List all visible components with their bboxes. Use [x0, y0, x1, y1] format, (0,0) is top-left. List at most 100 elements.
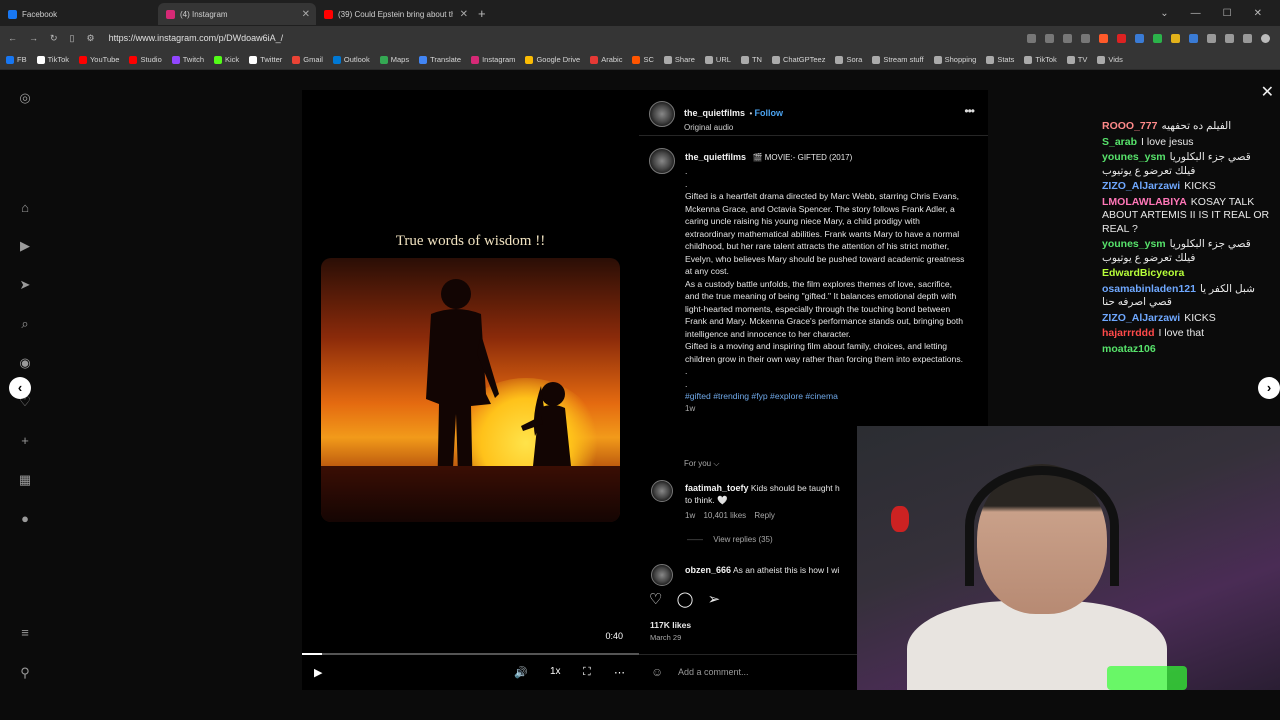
settings-icon[interactable]: ⋯: [614, 666, 625, 679]
close-icon[interactable]: ✕: [1261, 82, 1274, 102]
instagram-logo-icon[interactable]: ◎: [17, 90, 33, 106]
chat-username[interactable]: EdwardBicyeora: [1102, 267, 1184, 279]
new-tab-icon[interactable]: +: [478, 6, 486, 21]
extension-icon[interactable]: [1153, 33, 1162, 43]
like-icon[interactable]: ♡: [649, 591, 662, 608]
tab-search-icon[interactable]: ⌄: [1160, 8, 1168, 19]
view-replies-button[interactable]: View replies (35): [713, 535, 772, 544]
video-progress-bar[interactable]: [302, 653, 639, 655]
minimize-icon[interactable]: —: [1191, 8, 1201, 19]
chat-username[interactable]: ZIZO_AlJarzawi: [1102, 312, 1180, 324]
sidebar-icon[interactable]: [1225, 33, 1234, 43]
follow-button[interactable]: Follow: [755, 108, 784, 118]
bookmark-outlook[interactable]: Outlook: [332, 55, 370, 64]
bookmark-youtube[interactable]: YouTube: [78, 55, 119, 64]
bookmark-tiktok[interactable]: TikTok: [36, 55, 69, 64]
bookmark-chatgpteez[interactable]: ChatGPTeez: [771, 55, 825, 64]
site-info-icon[interactable]: ⚙: [87, 33, 95, 44]
post-username[interactable]: the_quietfilms: [684, 108, 745, 118]
share-icon[interactable]: ➢: [708, 591, 721, 608]
emoji-icon[interactable]: ☺: [651, 665, 663, 679]
create-icon[interactable]: +: [17, 433, 33, 449]
chat-username[interactable]: moataz106: [1102, 343, 1156, 355]
star-icon[interactable]: [1081, 33, 1090, 43]
bookmark-twitter[interactable]: Twitter: [249, 55, 282, 64]
share-icon[interactable]: [1063, 33, 1072, 43]
bookmark-sc[interactable]: SC: [632, 55, 654, 64]
more-options-icon[interactable]: •••: [964, 104, 975, 118]
chat-username[interactable]: LMOLAWLABIYA: [1102, 196, 1187, 208]
comment-username[interactable]: faatimah_toefy: [685, 483, 749, 493]
forward-icon[interactable]: →: [29, 33, 38, 43]
maximize-icon[interactable]: ☐: [1223, 8, 1232, 19]
reply-button[interactable]: Reply: [754, 511, 774, 520]
extension-icon[interactable]: [1135, 33, 1144, 43]
avatar[interactable]: [649, 101, 675, 127]
bookmark-tiktok[interactable]: TikTok: [1024, 55, 1057, 64]
bookmark-url[interactable]: URL: [704, 55, 731, 64]
audio-label[interactable]: Original audio: [684, 123, 783, 132]
chat-username[interactable]: younes_ysm: [1102, 238, 1166, 250]
add-comment-input[interactable]: Add a comment...: [678, 667, 749, 677]
previous-post-icon[interactable]: ‹: [9, 377, 31, 399]
bookmark-shopping[interactable]: Shopping: [933, 55, 976, 64]
media-icon[interactable]: [1243, 33, 1252, 43]
dashboard-icon[interactable]: ▦: [17, 472, 33, 488]
more-icon[interactable]: ⚲: [17, 665, 33, 681]
bookmark-google-drive[interactable]: Google Drive: [525, 55, 580, 64]
tab-instagram[interactable]: (4) Instagram ✕: [158, 3, 316, 25]
bookmark-kick[interactable]: Kick: [214, 55, 239, 64]
bookmark-stream-stuff[interactable]: Stream stuff: [872, 55, 924, 64]
menu-icon[interactable]: ≡: [17, 625, 33, 641]
avatar[interactable]: [651, 480, 673, 502]
messages-icon[interactable]: ➤: [17, 277, 33, 293]
avatar[interactable]: [651, 564, 673, 586]
bookmark-arabic[interactable]: Arabic: [590, 55, 622, 64]
chat-username[interactable]: osamabinladen121: [1102, 283, 1196, 295]
caption-username[interactable]: the_quietfilms: [685, 152, 746, 162]
bookmark-tv[interactable]: TV: [1066, 55, 1087, 64]
play-icon[interactable]: ▶: [314, 666, 322, 679]
extension-icon[interactable]: [1027, 33, 1036, 43]
chat-username[interactable]: S_arab: [1102, 136, 1137, 148]
explore-icon[interactable]: ◉: [17, 355, 33, 371]
chat-username[interactable]: younes_ysm: [1102, 151, 1166, 163]
brave-icon[interactable]: [1099, 33, 1108, 43]
comment-likes[interactable]: 10,401 likes: [703, 511, 746, 520]
hashtags[interactable]: #gifted #trending #fyp #explore #cinema: [685, 390, 965, 403]
close-tab-icon[interactable]: ✕: [302, 9, 310, 20]
likes-count[interactable]: 117K likes: [650, 620, 691, 630]
bookmark-share[interactable]: Share: [663, 55, 695, 64]
next-post-icon[interactable]: ›: [1258, 377, 1280, 399]
search-icon[interactable]: ⌕: [17, 316, 33, 332]
extension-icon[interactable]: [1189, 33, 1198, 43]
chat-username[interactable]: hajarrrddd: [1102, 327, 1155, 339]
avatar[interactable]: [649, 148, 675, 174]
url-field[interactable]: https://www.instagram.com/p/DWdoaw6iA_/: [109, 33, 284, 43]
sort-dropdown[interactable]: For you ⌵: [684, 459, 719, 469]
tab-youtube[interactable]: (39) Could Epstein bring about the e ✕: [316, 3, 474, 25]
bookmark-gmail[interactable]: Gmail: [292, 55, 323, 64]
profile-avatar-icon[interactable]: ●: [17, 511, 33, 527]
speed-button[interactable]: 1x: [550, 666, 561, 677]
back-icon[interactable]: ←: [8, 33, 17, 43]
tab-facebook[interactable]: Facebook: [0, 3, 158, 25]
bookmark-sora[interactable]: Sora: [835, 55, 862, 64]
bookmark-instagram[interactable]: Instagram: [471, 55, 515, 64]
bookmark-studio[interactable]: Studio: [129, 55, 162, 64]
fullscreen-icon[interactable]: ⛶: [583, 666, 591, 679]
home-icon[interactable]: ⌂: [17, 200, 33, 216]
close-tab-icon[interactable]: ✕: [460, 9, 468, 20]
close-window-icon[interactable]: ✕: [1254, 8, 1262, 19]
bookmark-twitch[interactable]: Twitch: [171, 55, 204, 64]
zoom-icon[interactable]: [1045, 33, 1054, 43]
bookmark-tn[interactable]: TN: [740, 55, 762, 64]
extension-icon[interactable]: [1171, 33, 1180, 43]
comment-username[interactable]: obzen_666: [685, 565, 731, 575]
reels-icon[interactable]: ▶: [17, 238, 33, 254]
post-video[interactable]: True words of wisdom !! 0:40 ▶ 🔊 1x ⛶ ⋯: [302, 90, 639, 690]
volume-icon[interactable]: 🔊: [514, 666, 528, 679]
profile-icon[interactable]: [1261, 33, 1270, 43]
extension-icon[interactable]: [1117, 33, 1126, 43]
chat-username[interactable]: ZIZO_AlJarzawi: [1102, 180, 1180, 192]
